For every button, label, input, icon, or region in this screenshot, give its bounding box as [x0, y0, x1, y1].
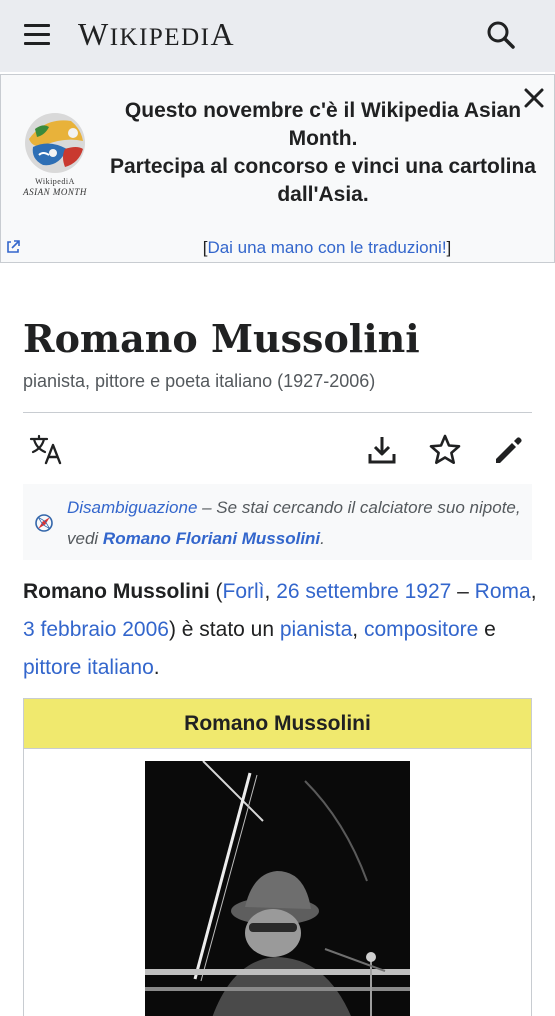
- disambiguation-link[interactable]: Disambiguazione: [67, 498, 197, 517]
- banner-line-1: Questo novembre c'è il Wikipedia Asian M…: [124, 99, 522, 150]
- download-button[interactable]: [362, 430, 402, 470]
- occupation-composer-link[interactable]: compositore: [364, 618, 478, 641]
- compass-icon: [33, 512, 55, 534]
- search-button[interactable]: [482, 16, 520, 54]
- download-icon: [368, 437, 396, 464]
- banner-close-button[interactable]: [521, 85, 547, 111]
- language-button[interactable]: [26, 430, 66, 470]
- pencil-icon: [496, 437, 522, 463]
- edit-button[interactable]: [488, 430, 528, 470]
- disambiguation-hatnote: Disambiguazione – Se stai cercando il ca…: [23, 484, 532, 560]
- infobox-title: Romano Mussolini: [24, 699, 531, 749]
- deathdate-link[interactable]: 3 febbraio 2006: [23, 618, 169, 641]
- language-icon: [29, 434, 62, 465]
- watch-star-button[interactable]: [425, 430, 465, 470]
- banner-message: Questo novembre c'è il Wikipedia Asian M…: [93, 97, 553, 209]
- banner-line-2: Partecipa al concorso e vinci una cartol…: [110, 155, 536, 206]
- menu-bar-icon: [24, 42, 50, 45]
- close-icon: [524, 88, 544, 108]
- page-title: Romano Mussolini: [23, 316, 420, 361]
- search-icon: [487, 21, 515, 49]
- central-notice-banner: WikipediA ASIAN MONTH Questo novembre c'…: [0, 74, 555, 263]
- infobox: Romano Mussolini: [23, 698, 532, 1016]
- heading-divider: [23, 412, 532, 413]
- occupation-painter-link[interactable]: pittore: [23, 656, 81, 679]
- menu-bar-icon: [24, 33, 50, 36]
- hatnote-text: Disambiguazione – Se stai cercando il ca…: [67, 498, 521, 548]
- menu-bar-icon: [24, 24, 50, 27]
- top-header: WIKIPEDIA: [0, 0, 555, 72]
- deathplace-link[interactable]: Roma: [475, 580, 531, 603]
- article-subject: Romano Mussolini: [23, 580, 210, 603]
- banner-help-link-row: [Dai una mano con le traduzioni!]: [202, 238, 452, 257]
- occupation-pianist-link[interactable]: pianista: [280, 618, 352, 641]
- portrait-photo[interactable]: [145, 761, 410, 1016]
- birthdate-link[interactable]: 26 settembre 1927: [276, 580, 451, 603]
- translation-help-link[interactable]: Dai una mano con le traduzioni!: [207, 238, 446, 257]
- lead-paragraph: Romano Mussolini (Forlì, 26 settembre 19…: [23, 580, 537, 679]
- related-article-link[interactable]: Romano Floriani Mussolini: [103, 529, 320, 548]
- page-description: pianista, pittore e poeta italiano (1927…: [23, 371, 376, 391]
- wikipedia-asian-month-logo: WikipediA ASIAN MONTH: [15, 109, 95, 199]
- star-icon: [429, 434, 461, 464]
- birthplace-link[interactable]: Forlì: [223, 580, 265, 603]
- main-menu-button[interactable]: [20, 22, 56, 48]
- nationality-link[interactable]: italiano: [87, 656, 154, 679]
- wikipedia-wordmark[interactable]: WIKIPEDIA: [78, 16, 235, 53]
